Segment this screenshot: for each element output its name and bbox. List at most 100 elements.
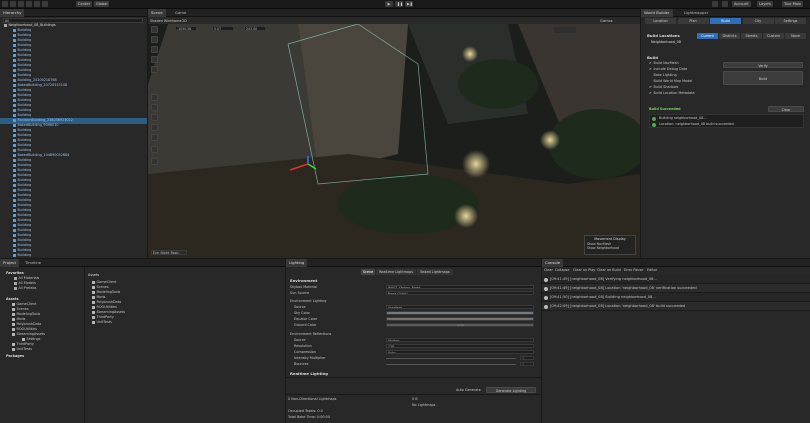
- clear-button[interactable]: Clear: [768, 106, 804, 112]
- console-entry[interactable]: [09:41:49] [neighborhood_08] Location 'n…: [542, 284, 810, 293]
- wb-sub-tab[interactable]: Custom: [763, 33, 784, 39]
- asset-item[interactable]: StreamingAssets: [92, 310, 125, 314]
- favorite-item[interactable]: All Prefabs: [14, 286, 36, 290]
- asset-folder[interactable]: GameClient: [12, 302, 36, 306]
- tab-lighting[interactable]: Lighting: [286, 259, 308, 267]
- hierarchy-search-input[interactable]: All: [3, 18, 143, 23]
- vertex-snap-icon[interactable]: [151, 104, 158, 111]
- equator-color-swatch[interactable]: [386, 316, 534, 321]
- sky-color-swatch[interactable]: [386, 310, 534, 315]
- asset-folder[interactable]: ModelingTools: [12, 312, 40, 316]
- tab-project[interactable]: Project: [0, 259, 19, 267]
- console-toolbar-button[interactable]: Clear: [544, 268, 553, 272]
- wb-nav-tab[interactable]: Settings: [775, 18, 806, 24]
- coord-z-field[interactable]: 243.00: [244, 26, 266, 31]
- build-option[interactable]: ✔ Build Location Metadata: [649, 91, 695, 95]
- packages-heading[interactable]: Packages: [6, 354, 24, 358]
- console-toolbar-button[interactable]: Clear on Play: [573, 268, 595, 272]
- lighting-subtab[interactable]: Realtime Lightmaps: [376, 269, 416, 275]
- favorite-item[interactable]: All Models: [14, 281, 36, 285]
- console-toolbar-button[interactable]: Editor: [647, 268, 657, 272]
- wb-sub-tab[interactable]: Districts: [719, 33, 740, 39]
- console-toolbar-button[interactable]: Collapse: [555, 268, 569, 272]
- generate-lighting-button[interactable]: Generate Lighting: [486, 387, 536, 393]
- build-option[interactable]: ✔ Build NavMesh: [649, 61, 679, 65]
- tab-world-builder[interactable]: World Builder: [641, 9, 673, 17]
- asset-folder[interactable]: PolybrushData: [12, 322, 41, 326]
- asset-item[interactable]: Mods: [92, 295, 105, 299]
- checkbox[interactable]: ✔: [649, 85, 653, 89]
- layout-dropdown[interactable]: Tour Main: [782, 1, 804, 7]
- auto-generate-toggle[interactable]: Auto Generate: [456, 388, 481, 392]
- rect-tool-icon[interactable]: [34, 1, 40, 7]
- pivot-center-toggle[interactable]: Center: [76, 1, 93, 7]
- bounces-field[interactable]: 1: [520, 361, 534, 366]
- build-option[interactable]: ✔ Include Debug Data: [649, 67, 687, 71]
- orientation-gizmo[interactable]: [554, 27, 576, 33]
- asset-item[interactable]: Scenes: [92, 285, 109, 289]
- rotate-gizmo-icon[interactable]: [151, 46, 158, 53]
- move-tool-icon[interactable]: [10, 1, 16, 7]
- rect-gizmo-icon[interactable]: [151, 66, 158, 73]
- asset-item[interactable]: GameClient: [92, 280, 116, 284]
- compression-dropdown[interactable]: Auto: [386, 349, 534, 354]
- intensity-slider[interactable]: [386, 358, 516, 359]
- hierarchy-item[interactable]: Building: [0, 253, 147, 258]
- favorite-item[interactable]: All Materials: [14, 276, 39, 280]
- polybrush-icon[interactable]: [151, 124, 158, 131]
- lighting-subtab[interactable]: Scene: [361, 269, 375, 275]
- wb-sub-tab[interactable]: None: [785, 33, 806, 39]
- scene-viewport[interactable]: -1050.58 5.07 243.00 Movement Display Sh…: [148, 24, 640, 258]
- checkbox[interactable]: ✔: [649, 91, 653, 95]
- lighting-preset-dropdown[interactable]: Eve_Night_Basic: [151, 250, 187, 255]
- play-button[interactable]: ▶: [385, 1, 393, 7]
- view-tool-icon[interactable]: [151, 26, 158, 33]
- build-option[interactable]: ✔ Build Shadows: [649, 85, 678, 89]
- hand-tool-icon[interactable]: [2, 1, 8, 7]
- cloud-icon[interactable]: [722, 1, 728, 7]
- wb-nav-tab[interactable]: Location: [645, 18, 676, 24]
- move-gizmo-icon[interactable]: [151, 36, 158, 43]
- console-toolbar-button[interactable]: Clear on Build: [597, 268, 621, 272]
- tab-scene[interactable]: Scene: [148, 9, 166, 17]
- reflection-probe-icon[interactable]: [151, 158, 158, 165]
- resolution-dropdown[interactable]: 128: [386, 343, 534, 348]
- transform-tool-icon[interactable]: [42, 1, 48, 7]
- asset-folder[interactable]: Mods: [12, 317, 25, 321]
- checkbox[interactable]: ✔: [649, 61, 653, 65]
- asset-folder[interactable]: UnitTests: [12, 347, 32, 351]
- console-entry[interactable]: [09:41:50] [neighborhood_08] Building ne…: [542, 293, 810, 302]
- shading-dropdown[interactable]: Shaded Wireframe: [150, 19, 182, 23]
- asset-item[interactable]: UnitTests: [92, 320, 112, 324]
- refl-source-dropdown[interactable]: Skybox: [386, 337, 534, 342]
- asset-folder[interactable]: Scenes: [12, 307, 29, 311]
- asset-item[interactable]: ROGUtilities: [92, 305, 117, 309]
- console-toolbar-button[interactable]: Error Pause: [624, 268, 643, 272]
- bounces-slider[interactable]: [386, 364, 516, 365]
- wb-sub-tab[interactable]: Current: [697, 33, 718, 39]
- tab-hierarchy[interactable]: Hierarchy: [0, 9, 25, 17]
- asset-item[interactable]: ModelingTools: [92, 290, 120, 294]
- pause-button[interactable]: ❚❚: [395, 1, 403, 7]
- asset-folder[interactable]: Settings: [22, 337, 40, 341]
- console-entry[interactable]: [09:42:09] [neighborhood_08] Location 'n…: [542, 302, 810, 311]
- 2d-toggle[interactable]: 2D: [182, 19, 187, 23]
- coord-x-field[interactable]: -1050.58: [175, 26, 197, 31]
- assets-heading[interactable]: Assets: [6, 297, 19, 301]
- pivot-global-toggle[interactable]: Global: [94, 1, 110, 7]
- tab-lightmapper[interactable]: Lightmapper: [681, 9, 711, 17]
- asset-folder[interactable]: ThirdParty: [12, 342, 34, 346]
- build-option[interactable]: Build World Map Model: [649, 79, 693, 83]
- grid-snap-icon[interactable]: [151, 94, 158, 101]
- console-entry[interactable]: [09:41:49] [neighborhood_08] Verifying n…: [542, 275, 810, 284]
- light-probe-icon[interactable]: [151, 146, 158, 153]
- tab-console[interactable]: Console: [542, 259, 564, 267]
- scale-tool-icon[interactable]: [26, 1, 32, 7]
- skybox-field[interactable]: WAST_Skybox_Night: [386, 284, 534, 289]
- source-dropdown[interactable]: Gradient: [386, 304, 534, 309]
- wb-sub-tab[interactable]: Streets: [741, 33, 762, 39]
- coord-y-field[interactable]: 5.07: [212, 26, 234, 31]
- ground-color-swatch[interactable]: HDR: [386, 322, 534, 327]
- asset-folder[interactable]: StreamingAssets: [12, 332, 45, 336]
- build-button[interactable]: Build: [723, 71, 803, 85]
